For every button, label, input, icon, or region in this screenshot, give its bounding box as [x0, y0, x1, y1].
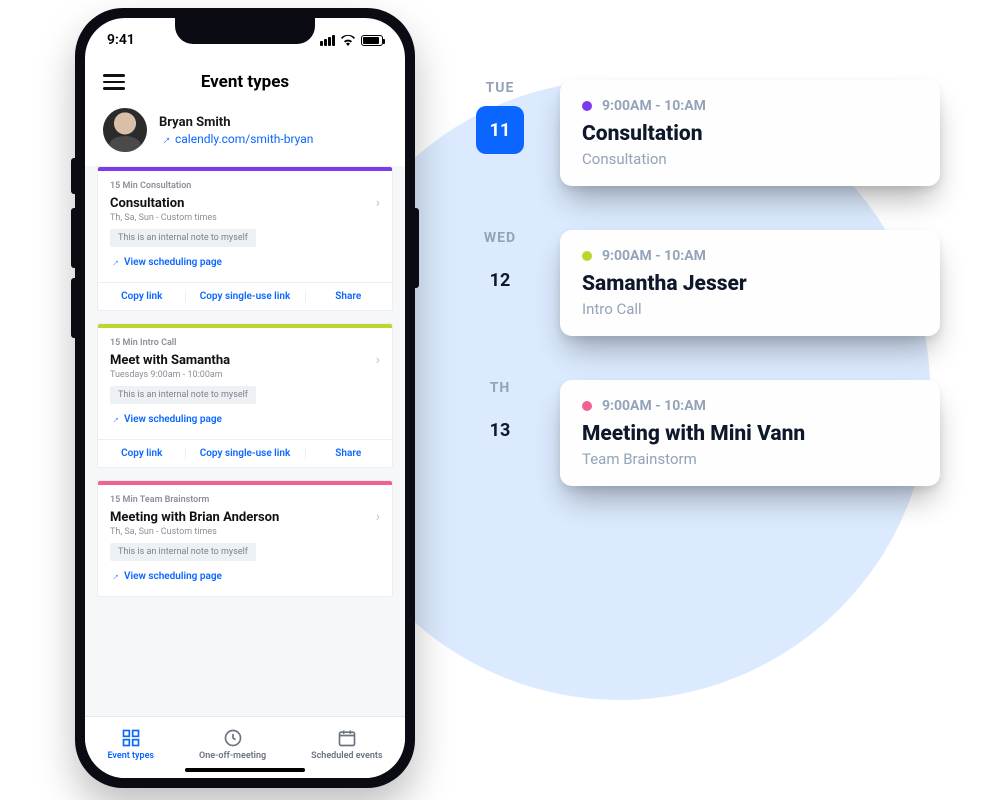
tab-event-types[interactable]: Event types	[107, 728, 154, 761]
grid-icon	[121, 728, 141, 748]
chevron-right-icon[interactable]: ›	[376, 195, 380, 211]
schedule-row: WED 12 9:00AM - 10:AM Samantha Jesser In…	[470, 230, 940, 336]
external-link-icon: →	[108, 412, 123, 427]
signal-icon	[320, 35, 335, 46]
clock-icon	[223, 728, 243, 748]
card-meta: 15 Min Team Brainstorm	[110, 495, 380, 505]
day-of-week: TH	[470, 380, 530, 396]
day-number: 12	[476, 256, 524, 304]
calendar-icon	[337, 728, 357, 748]
card-title: Meet with Samantha	[110, 353, 230, 368]
day-number: 13	[476, 406, 524, 454]
meeting-card[interactable]: 9:00AM - 10:AM Meeting with Mini Vann Te…	[560, 380, 940, 486]
day-column[interactable]: WED 12	[470, 230, 530, 304]
meeting-title: Consultation	[582, 122, 918, 146]
share-button[interactable]: Share	[305, 283, 392, 310]
copy-single-use-link-button[interactable]: Copy single-use link	[185, 283, 304, 310]
schedule-list: TUE 11 9:00AM - 10:AM Consultation Consu…	[470, 80, 940, 486]
home-indicator	[185, 768, 305, 772]
event-card[interactable]: 15 Min Intro Call Meet with Samantha › T…	[97, 323, 393, 468]
day-of-week: TUE	[470, 80, 530, 96]
tab-one-off-meeting[interactable]: One-off-meeting	[199, 728, 266, 761]
card-schedule: Th, Sa, Sun - Custom times	[110, 213, 380, 223]
color-dot	[582, 251, 592, 261]
profile-name: Bryan Smith	[159, 115, 313, 130]
meeting-subtitle: Team Brainstorm	[582, 450, 918, 468]
copy-single-use-link-button[interactable]: Copy single-use link	[185, 440, 304, 467]
avatar[interactable]	[103, 108, 147, 152]
copy-link-button[interactable]: Copy link	[98, 440, 185, 467]
menu-icon[interactable]	[103, 70, 125, 94]
external-link-icon: →	[156, 129, 174, 147]
battery-icon	[361, 35, 383, 46]
meeting-subtitle: Intro Call	[582, 300, 918, 318]
meeting-title: Meeting with Mini Vann	[582, 422, 918, 446]
day-column[interactable]: TH 13	[470, 380, 530, 454]
tab-scheduled-events[interactable]: Scheduled events	[311, 728, 382, 761]
card-meta: 15 Min Consultation	[110, 181, 380, 191]
meeting-card[interactable]: 9:00AM - 10:AM Consultation Consultation	[560, 80, 940, 186]
card-title: Consultation	[110, 196, 184, 211]
meeting-time: 9:00AM - 10:AM	[602, 248, 706, 264]
view-scheduling-link[interactable]: → View scheduling page	[110, 567, 380, 590]
color-dot	[582, 101, 592, 111]
page-title: Event types	[201, 72, 289, 92]
chevron-right-icon[interactable]: ›	[376, 352, 380, 368]
meeting-time: 9:00AM - 10:AM	[602, 98, 706, 114]
event-type-list: 15 Min Consultation Consultation › Th, S…	[85, 166, 405, 716]
card-note: This is an internal note to myself	[110, 386, 256, 404]
card-note: This is an internal note to myself	[110, 229, 256, 247]
card-schedule: Tuesdays 9:00am - 10:00am	[110, 370, 380, 380]
external-link-icon: →	[108, 569, 123, 584]
day-column[interactable]: TUE 11	[470, 80, 530, 154]
card-schedule: Th, Sa, Sun - Custom times	[110, 527, 380, 537]
profile-link[interactable]: → calendly.com/smith-bryan	[159, 132, 313, 146]
view-scheduling-link[interactable]: → View scheduling page	[110, 410, 380, 433]
schedule-row: TH 13 9:00AM - 10:AM Meeting with Mini V…	[470, 380, 940, 486]
view-scheduling-link[interactable]: → View scheduling page	[110, 253, 380, 276]
meeting-card[interactable]: 9:00AM - 10:AM Samantha Jesser Intro Cal…	[560, 230, 940, 336]
event-card[interactable]: 15 Min Team Brainstorm Meeting with Bria…	[97, 480, 393, 597]
meeting-title: Samantha Jesser	[582, 272, 918, 296]
external-link-icon: →	[108, 255, 123, 270]
top-nav: Event types	[85, 62, 405, 102]
share-button[interactable]: Share	[305, 440, 392, 467]
card-meta: 15 Min Intro Call	[110, 338, 380, 348]
status-time: 9:41	[107, 32, 135, 48]
phone-screen: 9:41 Event types Bryan Smith → calendly.…	[85, 18, 405, 778]
meeting-subtitle: Consultation	[582, 150, 918, 168]
phone-frame: 9:41 Event types Bryan Smith → calendly.…	[75, 8, 415, 788]
card-title: Meeting with Brian Anderson	[110, 510, 279, 525]
profile-section: Bryan Smith → calendly.com/smith-bryan	[85, 102, 405, 166]
day-of-week: WED	[470, 230, 530, 246]
phone-notch	[175, 18, 315, 44]
meeting-time: 9:00AM - 10:AM	[602, 398, 706, 414]
schedule-row: TUE 11 9:00AM - 10:AM Consultation Consu…	[470, 80, 940, 186]
chevron-right-icon[interactable]: ›	[376, 509, 380, 525]
wifi-icon	[340, 34, 356, 46]
card-note: This is an internal note to myself	[110, 543, 256, 561]
event-card[interactable]: 15 Min Consultation Consultation › Th, S…	[97, 166, 393, 311]
day-number: 11	[476, 106, 524, 154]
color-dot	[582, 401, 592, 411]
copy-link-button[interactable]: Copy link	[98, 283, 185, 310]
